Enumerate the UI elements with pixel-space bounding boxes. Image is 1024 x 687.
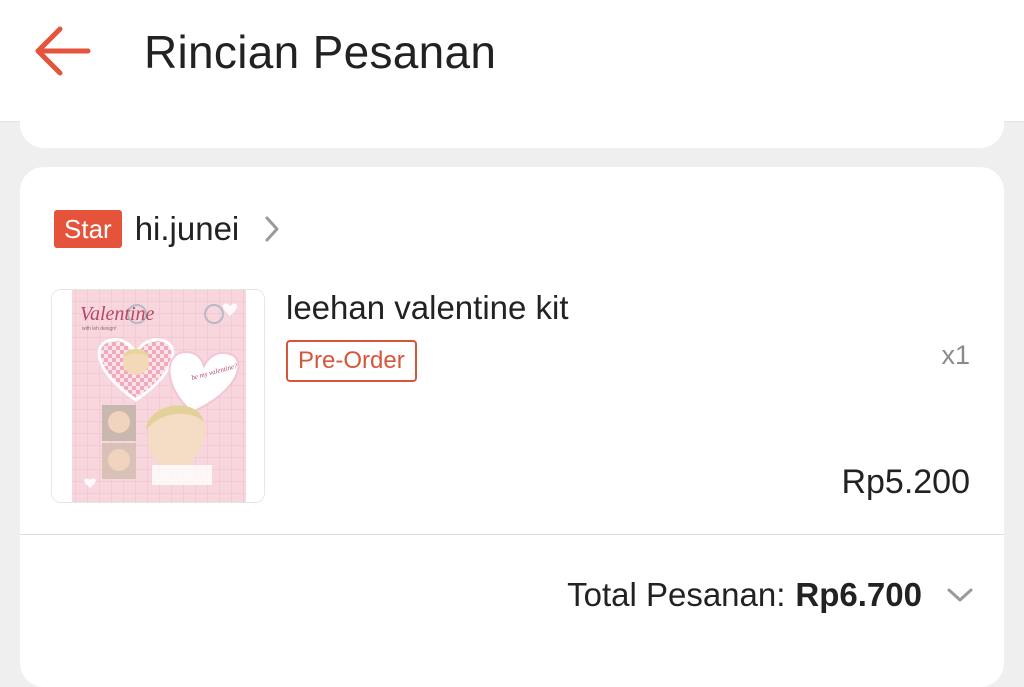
product-image: Valentine with leh design! be my valenti… xyxy=(52,290,264,502)
shop-name[interactable]: hi.junei xyxy=(135,209,240,249)
arrow-left-icon[interactable] xyxy=(30,22,94,80)
shop-row[interactable]: Star hi.junei xyxy=(54,209,283,249)
product-thumbnail[interactable]: Valentine with leh design! be my valenti… xyxy=(51,289,265,503)
total-label: Total Pesanan: xyxy=(567,576,786,613)
page-title: Rincian Pesanan xyxy=(144,26,497,78)
product-quantity: x1 xyxy=(941,340,970,370)
thumbnail-subtitle: with leh design! xyxy=(82,326,116,332)
preorder-badge: Pre-Order xyxy=(286,340,417,382)
divider xyxy=(20,534,1004,535)
total-value: Rp6.700 xyxy=(795,576,922,613)
chevron-down-icon[interactable] xyxy=(946,586,974,604)
thumbnail-title: Valentine xyxy=(80,303,155,325)
product-name[interactable]: leehan valentine kit xyxy=(286,285,569,331)
order-card: Star hi.junei Valentine with leh design!… xyxy=(20,167,1004,687)
star-seller-badge: Star xyxy=(54,210,122,248)
chevron-right-icon[interactable] xyxy=(263,214,283,244)
previous-section-card xyxy=(20,100,1004,148)
product-price: Rp5.200 xyxy=(841,463,970,501)
order-total-row[interactable]: Total Pesanan: Rp6.700 xyxy=(567,572,974,618)
